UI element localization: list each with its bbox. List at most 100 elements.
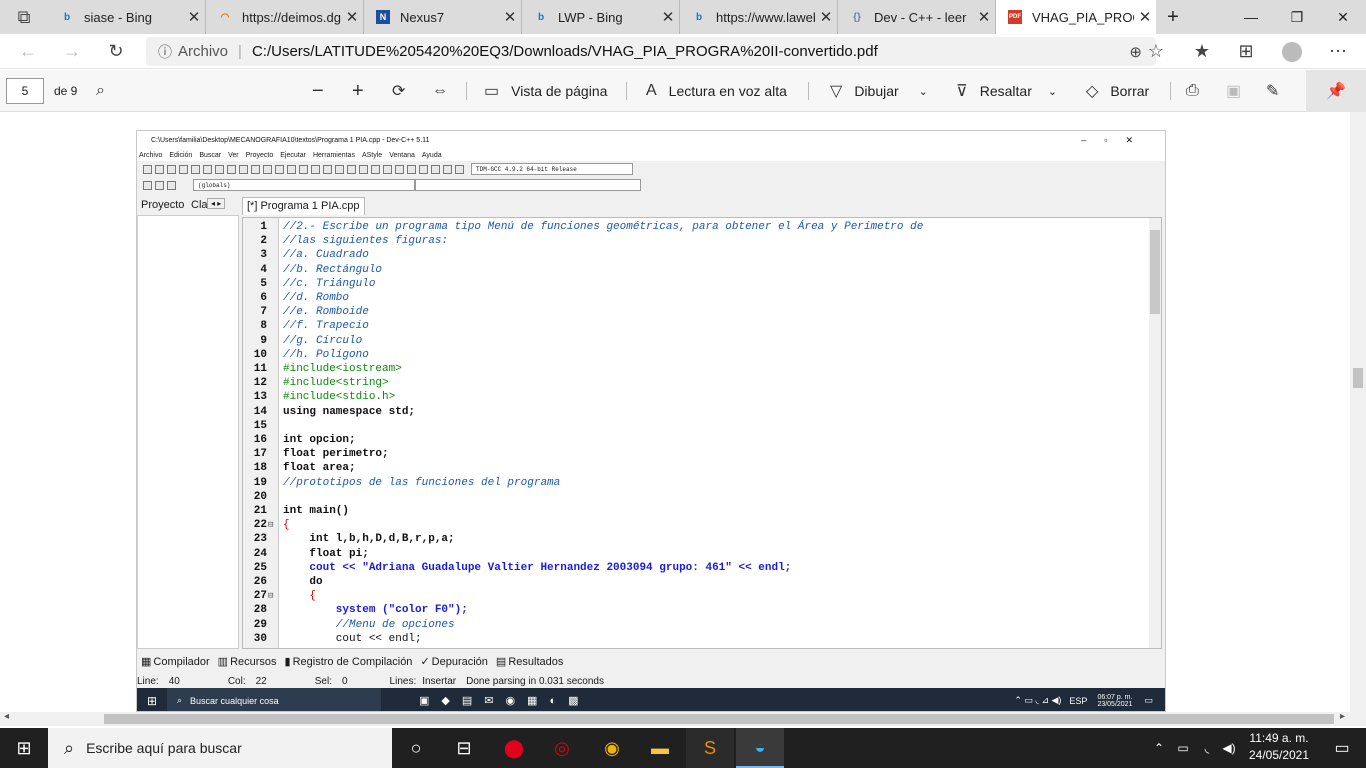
collections-icon[interactable]: ⊞ xyxy=(1228,34,1264,69)
new-tab-button[interactable]: + xyxy=(1156,0,1190,34)
close-tab-icon[interactable]: ✕ xyxy=(815,8,837,26)
save-icon[interactable]: ▣ xyxy=(1226,70,1253,112)
status-mode: Insertar xyxy=(422,675,457,687)
close-tab-icon[interactable]: ✕ xyxy=(341,8,363,26)
browser-tab[interactable]: N Nexus7 ✕ xyxy=(364,0,522,34)
pin-toolbar-icon[interactable]: 📌 xyxy=(1306,70,1366,112)
cortana-icon[interactable]: ○ xyxy=(392,728,440,768)
close-tab-icon[interactable]: ✕ xyxy=(973,8,995,26)
fit-width-icon[interactable]: ⇔ xyxy=(432,70,460,112)
browser-tab[interactable]: ◠ https://deimos.dgi.uanl.mx✕ xyxy=(206,0,364,34)
close-tab-icon[interactable]: ✕ xyxy=(499,8,521,26)
pen-icon: ▽ xyxy=(830,83,843,100)
forward-icon[interactable]: → xyxy=(54,34,90,69)
url-text[interactable]: C:/Users/LATITUDE%205420%20EQ3/Downloads… xyxy=(252,43,878,60)
status-message: Done parsing in 0.031 seconds xyxy=(466,675,604,687)
add-favorite-icon[interactable]: ☆ xyxy=(1138,34,1174,69)
code-line: #include<iostream> xyxy=(283,363,402,375)
code-line: { xyxy=(283,590,317,603)
zoom-in-icon[interactable]: + xyxy=(352,70,376,112)
code-line: float area; xyxy=(283,462,356,475)
rotate-icon[interactable]: ⟳ xyxy=(392,70,417,112)
page-number-input[interactable]: 5 xyxy=(6,78,44,104)
toolbar-button-icon xyxy=(155,180,164,190)
start-button[interactable]: ⊞ xyxy=(0,728,48,768)
highlight-button[interactable]: ⊽ Resaltar ⌄ xyxy=(956,70,1057,112)
inner-search-box: ⌕ Buscar cualquier cosa xyxy=(167,688,381,711)
browser-tab[interactable]: b https://www.lawebdelprogramador.com✕ xyxy=(680,0,838,34)
erase-button[interactable]: ◇ Borrar xyxy=(1086,70,1149,112)
page-view-button[interactable]: ▭ Vista de página xyxy=(484,70,607,112)
favorites-icon[interactable]: ★ xyxy=(1184,34,1220,69)
toolbar-button-icon xyxy=(323,164,332,174)
chrome-icon[interactable]: ◉ xyxy=(588,728,636,768)
toolbar-button-icon xyxy=(179,164,188,174)
horizontal-scrollbar[interactable]: ◂ ▸ xyxy=(0,711,1366,726)
chevron-down-icon[interactable]: ⌄ xyxy=(919,85,928,98)
toolbar-button-icon xyxy=(455,164,464,174)
tab-title: Nexus7 xyxy=(400,9,445,25)
close-tab-icon[interactable]: ✕ xyxy=(657,8,679,26)
vertical-scrollbar[interactable] xyxy=(1350,112,1366,714)
status-col: 22 xyxy=(255,675,267,687)
devcpp-menu-item: Herramientas xyxy=(312,151,355,159)
toolbar-button-icon xyxy=(311,164,320,174)
file-explorer-icon[interactable]: ▬ xyxy=(636,728,684,768)
task-view-icon[interactable]: ⊟ xyxy=(440,728,488,768)
line-number: 5 xyxy=(260,277,267,290)
find-icon[interactable]: ⌕ xyxy=(96,70,117,112)
close-tab-icon[interactable]: ✕ xyxy=(183,8,205,26)
scroll-thumb[interactable] xyxy=(104,714,1334,724)
clock-date: 24/05/2021 xyxy=(1248,748,1310,762)
action-center-icon[interactable]: ▭ xyxy=(1318,728,1366,768)
more-options-icon[interactable]: ⋯ xyxy=(1320,34,1356,69)
close-tab-icon[interactable]: ✕ xyxy=(1134,8,1156,26)
profile-icon[interactable] xyxy=(1274,34,1310,69)
toolbar-button-icon xyxy=(443,164,452,174)
save-as-icon[interactable]: ✎ xyxy=(1266,70,1291,112)
volume-icon[interactable]: ◀) xyxy=(1218,728,1240,768)
scroll-left-icon[interactable]: ◂ xyxy=(4,711,9,722)
tab-actions-icon[interactable]: ⧉ xyxy=(6,0,42,34)
show-hidden-icons[interactable]: ⌃ xyxy=(1146,728,1172,768)
info-icon[interactable]: ⓘ xyxy=(158,42,172,62)
code-line: //d. Rombo xyxy=(283,292,350,304)
line-number: 3 xyxy=(260,249,267,262)
scroll-thumb[interactable] xyxy=(1353,368,1363,388)
minimize-icon[interactable]: — xyxy=(1228,0,1274,34)
wifi-icon[interactable]: ◟ xyxy=(1196,728,1218,768)
taskbar-clock[interactable]: 11:49 a. m. 24/05/2021 xyxy=(1244,730,1314,764)
code-line: cout << endl; xyxy=(283,632,422,645)
zoom-out-icon[interactable]: − xyxy=(312,70,336,112)
scroll-right-icon[interactable]: ▸ xyxy=(1340,711,1345,722)
browser-tab[interactable]: PDF VHAG_PIA_PROGRA II✕ xyxy=(996,0,1156,34)
draw-label: Dibujar xyxy=(854,83,899,99)
toolbar-button-icon xyxy=(251,164,260,174)
print-icon[interactable]: ⎙ xyxy=(1186,70,1211,112)
draw-button[interactable]: ▽ Dibujar ⌄ xyxy=(830,70,928,112)
inner-taskbar-apps: ▣◆▤✉◉▦◐▩ xyxy=(419,695,591,707)
code-line: //b. Rectángulo xyxy=(283,263,383,276)
battery-icon[interactable]: ▭ xyxy=(1172,728,1194,768)
read-aloud-button[interactable]: A Lectura en voz alta xyxy=(646,70,787,112)
edge-icon[interactable]: ◒ xyxy=(736,728,784,768)
code-line: int l,b,h,D,d,B,r,p,a; xyxy=(283,533,455,546)
chevron-down-icon[interactable]: ⌄ xyxy=(1048,85,1057,98)
devcpp-menu-item: Buscar xyxy=(199,151,222,159)
back-icon[interactable]: ← xyxy=(10,34,46,69)
refresh-icon[interactable]: ↻ xyxy=(98,34,134,69)
browser-tab[interactable]: {} Dev - C++ - leer ✕ xyxy=(838,0,996,34)
address-bar[interactable]: ⓘ Archivo | C:/Users/LATITUDE%205420%20E… xyxy=(146,37,1156,66)
line-number: 27 xyxy=(253,590,267,603)
toolbar-button-icon xyxy=(191,164,200,174)
restore-icon[interactable]: ❐ xyxy=(1274,0,1320,34)
browser-tab[interactable]: b siase - Bing ✕ xyxy=(48,0,206,34)
browser-tab[interactable]: b LWP - Bing ✕ xyxy=(522,0,680,34)
close-window-icon[interactable]: ✕ xyxy=(1320,0,1366,34)
sublime-text-icon[interactable]: S xyxy=(686,728,734,768)
opera-icon[interactable]: ⬤ xyxy=(490,728,538,768)
opera-gx-icon[interactable]: ◎ xyxy=(538,728,586,768)
toolbar-button-icon xyxy=(371,164,380,174)
code-line: //c. Triángulo xyxy=(283,277,376,290)
taskbar-search-box[interactable]: ⌕ Escribe aquí para buscar xyxy=(48,728,392,768)
